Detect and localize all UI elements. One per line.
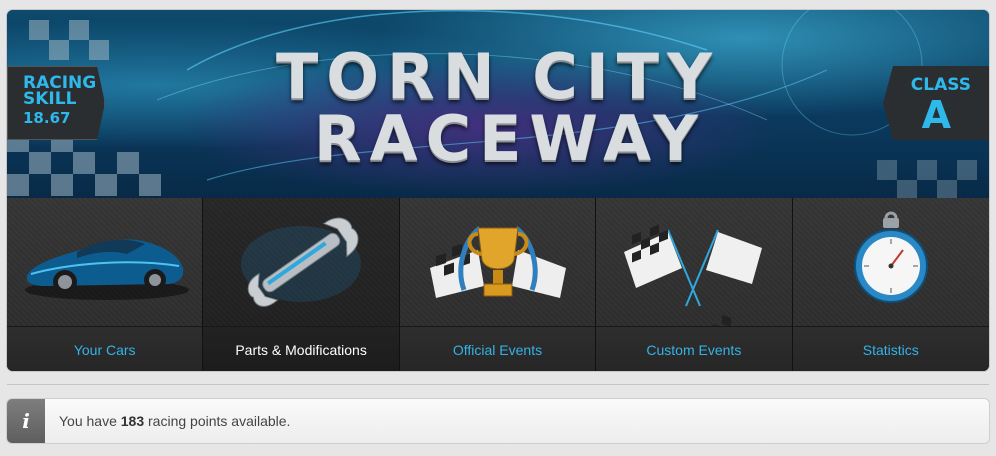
nav-label-custom-events: Custom Events (646, 341, 742, 358)
right-checkered-flag (511, 250, 566, 298)
nav-label-parts-modifications: Parts & Modifications (235, 341, 367, 358)
nav-label-bar: Custom Events (596, 326, 792, 371)
nav-parts-modifications[interactable]: Parts & Modifications (203, 198, 400, 371)
wrench-icon (241, 217, 362, 307)
info-icon: i (22, 409, 30, 433)
title-line-2: RACEWAY (313, 102, 707, 175)
info-message: i You have 183 racing points available. (7, 399, 989, 443)
info-icon-box: i (7, 399, 45, 443)
race-car-icon (25, 239, 189, 300)
raceway-nav: Your Cars Parts & Modifications Official… (7, 198, 989, 371)
nav-label-your-cars: Your Cars (73, 341, 136, 358)
racing-points-count: 183 (120, 413, 145, 429)
nav-label-bar: Your Cars (7, 326, 203, 371)
message-prefix: You have (59, 413, 121, 429)
nav-label-bar: Parts & Modifications (203, 326, 399, 371)
nav-label-bar: Statistics (792, 326, 989, 371)
raceway-banner: TORN CITY RACEWAY RACING SKILL 18.67 CLA… (7, 10, 989, 198)
nav-label-bar: Official Events (399, 326, 596, 371)
stopwatch-icon (853, 211, 928, 303)
raceway-panel: TORN CITY RACEWAY RACING SKILL 18.67 CLA… (7, 10, 989, 371)
class-box: CLASS A (883, 66, 989, 140)
nav-your-cars[interactable]: Your Cars (7, 198, 204, 371)
trophy-icon (429, 226, 566, 298)
racing-points-message: You have 183 racing points available. (59, 413, 290, 429)
message-suffix: racing points available. (144, 413, 291, 429)
checkered-flags-icon (624, 224, 763, 326)
nav-statistics[interactable]: Statistics (792, 198, 989, 371)
racing-skill-label: RACING SKILL (23, 73, 97, 109)
nav-official-events[interactable]: Official Events (399, 198, 597, 371)
nav-label-statistics: Statistics (862, 341, 919, 358)
racing-skill-box: RACING SKILL 18.67 (7, 66, 105, 140)
nav-label-official-events: Official Events (452, 341, 543, 358)
class-value: A (921, 93, 951, 137)
section-divider (7, 384, 989, 385)
racing-skill-value: 18.67 (23, 109, 71, 127)
title-line-1: TORN CITY (276, 40, 720, 113)
nav-custom-events[interactable]: Custom Events (596, 198, 793, 371)
class-label: CLASS (910, 75, 971, 95)
